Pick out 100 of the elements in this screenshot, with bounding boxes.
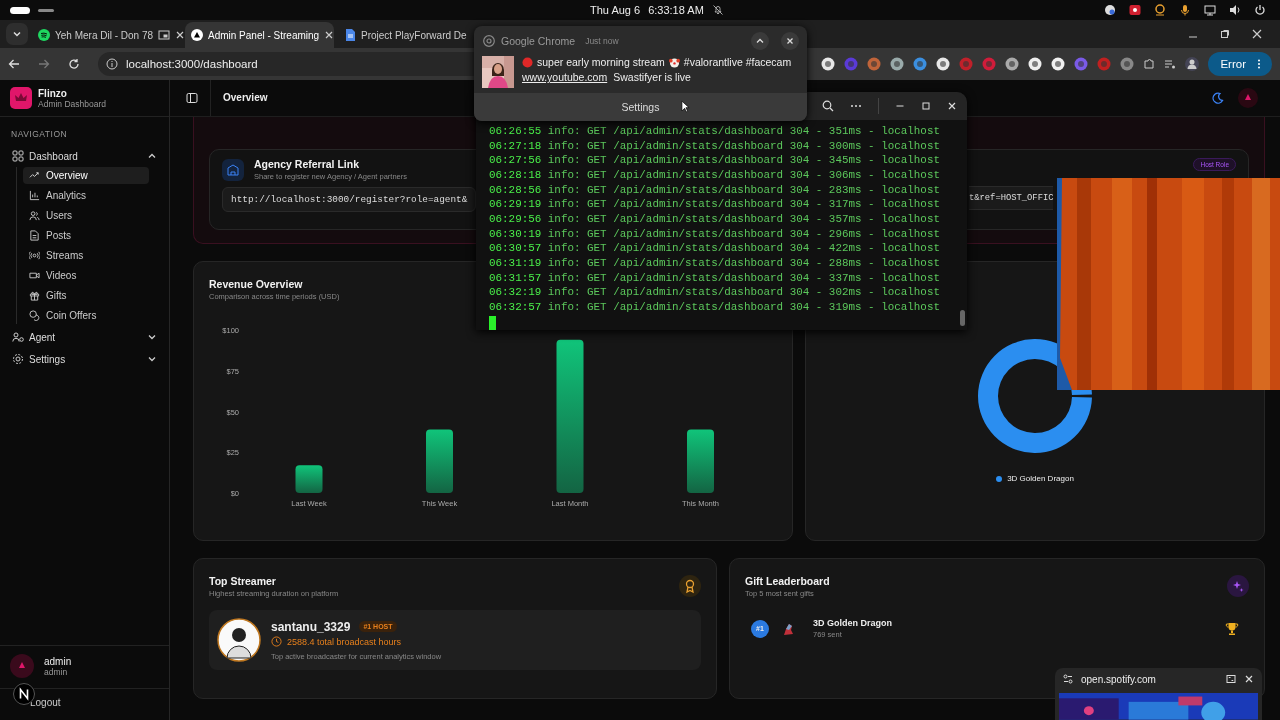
card-title: Gift Leaderboard [745, 575, 830, 587]
text-cursor [489, 315, 496, 330]
log-line: 06:27:18 info: GET /api/admin/stats/dashboard 304 - 300ms - localhost [489, 138, 941, 154]
vpn-icon[interactable] [1104, 4, 1116, 16]
nav-item[interactable]: Streams [23, 247, 149, 264]
chevron-icon [147, 354, 157, 364]
broadcast-icon [29, 250, 40, 261]
users-icon [29, 210, 40, 221]
sparkles-icon [1227, 575, 1249, 597]
notification-message: super early morning stream [537, 56, 665, 68]
extension-icon[interactable] [1051, 57, 1066, 71]
account-avatar-icon[interactable] [1238, 88, 1258, 108]
nav-item[interactable]: Gifts [23, 287, 149, 304]
user-avatar-icon [10, 654, 34, 678]
back-icon[interactable] [8, 58, 20, 70]
referral-link-field[interactable]: t&ref=HOST_OFFIC [969, 186, 1054, 210]
close-button[interactable] [781, 32, 799, 50]
close-icon[interactable] [1244, 674, 1254, 685]
site-info-icon[interactable] [106, 58, 118, 70]
profile-icon[interactable] [1185, 57, 1200, 71]
log-line: 06:32:57 info: GET /api/admin/stats/dashboard 304 - 319ms - localhost [489, 299, 941, 315]
bell-off-icon[interactable] [711, 4, 724, 16]
system-date[interactable]: Thu Aug 6 [590, 4, 641, 16]
close-icon[interactable] [324, 30, 335, 40]
close-icon[interactable] [175, 30, 185, 40]
record-icon[interactable] [1129, 4, 1141, 16]
browser-tab[interactable]: Admin Panel - Streaming [185, 22, 334, 48]
webcam-icon[interactable] [1154, 4, 1166, 16]
extension-icon[interactable] [1005, 57, 1020, 71]
card-title: Revenue Overview [209, 278, 303, 290]
avatar-icon [217, 618, 261, 662]
media-control-icon[interactable] [1164, 58, 1177, 70]
search-icon[interactable] [822, 100, 834, 112]
nav-item[interactable]: Users [23, 207, 149, 224]
nav-item[interactable]: Posts [23, 227, 149, 244]
clock-icon [271, 636, 282, 647]
log-line: 06:31:19 info: GET /api/admin/stats/dashboard 304 - 288ms - localhost [489, 255, 941, 271]
document-icon [29, 230, 40, 241]
volume-icon[interactable] [1229, 4, 1241, 16]
log-line: 06:30:19 info: GET /api/admin/stats/dashboard 304 - 296ms - localhost [489, 226, 941, 242]
broadcast-hours: 2588.4 total broadcast hours [287, 636, 402, 647]
nav-group[interactable]: Dashboard [0, 145, 169, 167]
log-line: 06:30:57 info: GET /api/admin/stats/dashboard 304 - 422ms - localhost [489, 241, 941, 256]
card-title: Top Streamer [209, 575, 276, 587]
browser-tab[interactable]: Yeh Mera Dil - Don 78 [32, 22, 181, 48]
nav-group[interactable]: Agent [0, 326, 169, 348]
microphone-icon[interactable] [1179, 4, 1191, 16]
close-icon[interactable] [947, 101, 957, 111]
caret-icon [12, 29, 22, 39]
grid-icon [12, 150, 24, 162]
puzzle-icon[interactable] [1143, 58, 1156, 70]
nav-item[interactable]: Overview [23, 167, 149, 184]
crown-logo-icon [10, 87, 32, 109]
reload-icon[interactable] [68, 58, 80, 70]
building-icon [222, 158, 244, 181]
log-line: 06:28:56 info: GET /api/admin/stats/dashboard 304 - 283ms - localhost [489, 182, 941, 198]
power-icon[interactable] [1254, 4, 1266, 16]
extension-icon[interactable] [936, 57, 951, 71]
site-controls-icon[interactable] [1063, 674, 1073, 685]
live-dot-icon [522, 56, 533, 68]
network-icon[interactable] [1204, 4, 1216, 16]
nav-item[interactable]: Videos [23, 267, 149, 284]
log-line: 06:29:19 info: GET /api/admin/stats/dashboard 304 - 317ms - localhost [489, 197, 941, 212]
log-line: 06:26:55 info: GET /api/admin/stats/dashboard 304 - 351ms - localhost [489, 124, 941, 139]
nav-section-title: NAVIGATION [10, 128, 69, 141]
scrollbar-thumb[interactable] [960, 310, 965, 326]
sidebar-toggle-icon[interactable] [186, 92, 198, 104]
close-icon [785, 36, 795, 46]
activities-indicator[interactable] [10, 6, 30, 14]
forward-icon[interactable] [38, 58, 50, 70]
logout-link[interactable]: Logout [0, 689, 169, 720]
extension-icon[interactable] [1028, 57, 1043, 71]
bar-chart-icon [29, 190, 40, 201]
moon-icon[interactable] [1212, 92, 1224, 104]
profile-error-button[interactable]: Error [1208, 52, 1272, 76]
expand-icon[interactable] [1226, 674, 1236, 685]
browser-tab[interactable]: Project PlayForward De [338, 22, 487, 48]
trophy-icon [1225, 621, 1239, 636]
maximize-icon[interactable] [1220, 29, 1230, 39]
triangle-logo-icon [191, 29, 203, 41]
extension-icon[interactable] [890, 57, 905, 71]
chevron-up-icon [755, 36, 765, 46]
close-icon[interactable] [1252, 29, 1262, 39]
nav-item[interactable]: Analytics [23, 187, 149, 204]
referral-link-field[interactable]: http://localhost:3000/register?role=agent& [222, 187, 477, 212]
user-role: admin [44, 666, 69, 677]
collapse-button[interactable] [751, 32, 769, 50]
nav-item[interactable]: Coin Offers [23, 307, 149, 324]
document-icon [344, 29, 356, 41]
picture-in-picture-icon[interactable] [158, 29, 170, 41]
coins-icon [29, 310, 40, 321]
nav-group[interactable]: Settings [0, 348, 169, 370]
page-title: Overview [210, 80, 268, 116]
system-time[interactable]: 6:33:18 AM [648, 4, 704, 16]
maximize-icon[interactable] [921, 101, 931, 111]
extension-icon[interactable] [821, 57, 836, 71]
settings-button[interactable]: Settings [474, 93, 807, 121]
tab-title: Yeh Mera Dil - Don 78 [55, 29, 153, 41]
log-line: 06:32:19 info: GET /api/admin/stats/dashboard 304 - 302ms - localhost [489, 285, 941, 300]
tab-list-button[interactable] [6, 23, 28, 45]
